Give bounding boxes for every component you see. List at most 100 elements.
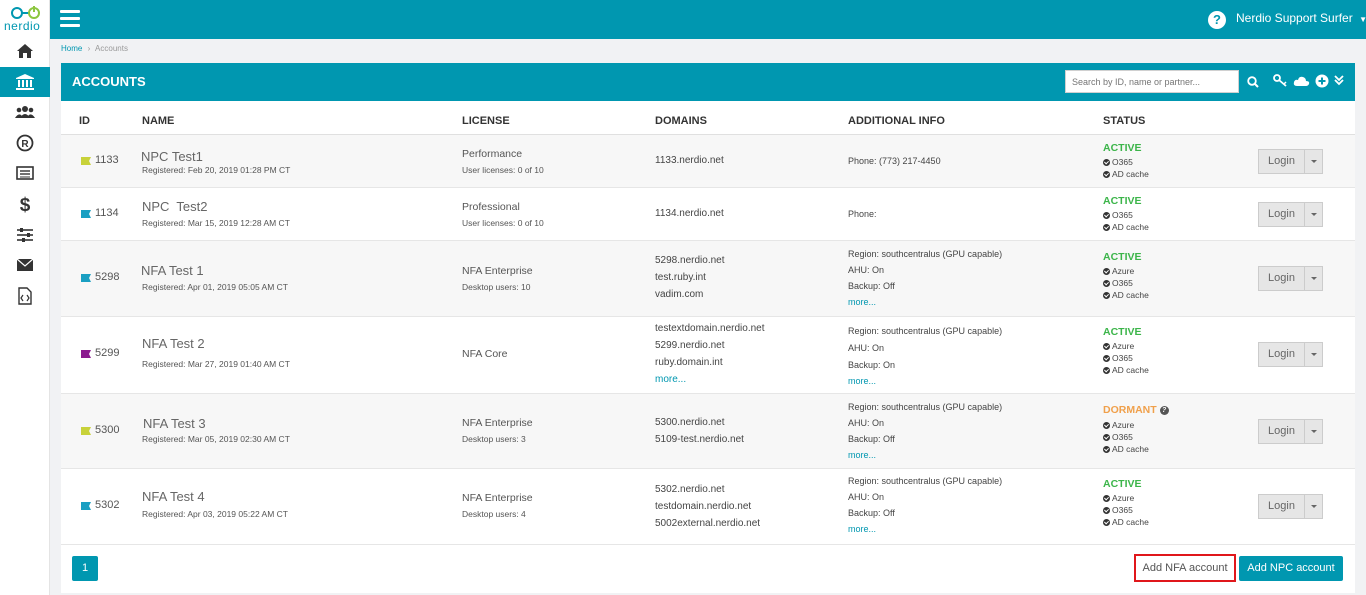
table-row: 5302 NFA Test 4 Registered: Apr 03, 2019… xyxy=(61,469,1355,545)
service-item: AD cache xyxy=(1103,443,1149,456)
service-item: O365 xyxy=(1103,504,1133,517)
sidebar-item-code[interactable] xyxy=(0,281,50,311)
login-button-group: Login xyxy=(1258,266,1323,291)
sidebar-item-mail[interactable] xyxy=(0,250,50,280)
row-id: 1134 xyxy=(95,207,119,219)
check-circle-icon xyxy=(1103,434,1110,442)
login-button[interactable]: Login xyxy=(1258,342,1305,367)
check-circle-icon xyxy=(1103,507,1110,515)
table-row: 1134 NPC Test2 Registered: Mar 15, 2019 … xyxy=(61,188,1355,241)
status-badge: ACTIVE xyxy=(1103,195,1142,207)
service-item: Azure xyxy=(1103,340,1134,353)
row-name[interactable]: NFA Test 3 xyxy=(143,416,206,431)
user-menu[interactable]: Nerdio Support Surfer ▼ xyxy=(1236,11,1366,25)
login-button[interactable]: Login xyxy=(1258,149,1305,174)
check-circle-icon xyxy=(1103,159,1110,167)
sidebar-item-registered[interactable]: R xyxy=(0,128,50,158)
login-dropdown-toggle[interactable] xyxy=(1305,494,1323,519)
login-button[interactable]: Login xyxy=(1258,202,1305,227)
sidebar-item-list[interactable] xyxy=(0,158,50,188)
service-item: AD cache xyxy=(1103,289,1149,302)
more-link[interactable]: more... xyxy=(848,447,876,463)
more-link[interactable]: more... xyxy=(655,371,686,388)
row-name[interactable]: NPC Test1 xyxy=(141,149,203,164)
breadcrumb-separator: › xyxy=(87,44,91,53)
pagination-page-button[interactable]: 1 xyxy=(72,556,98,581)
menu-toggle-icon[interactable] xyxy=(60,10,80,28)
more-link[interactable]: more... xyxy=(848,521,876,537)
sidebar-item-billing[interactable]: $ xyxy=(0,189,50,219)
row-info: AHU: On xyxy=(848,492,885,502)
code-file-icon xyxy=(18,287,32,305)
column-status: STATUS xyxy=(1103,115,1146,127)
sidebar-item-home[interactable] xyxy=(0,36,50,66)
add-circle-icon[interactable] xyxy=(1315,74,1329,88)
caret-down-icon: ▼ xyxy=(1359,15,1366,24)
row-info: AHU: On xyxy=(848,343,885,353)
flag-icon xyxy=(81,350,91,358)
dollar-icon: $ xyxy=(20,195,31,214)
service-item: Azure xyxy=(1103,492,1134,505)
row-name[interactable]: NFA Test 1 xyxy=(141,263,204,278)
row-license-sub: Desktop users: 3 xyxy=(462,434,526,444)
login-button[interactable]: Login xyxy=(1258,494,1305,519)
login-button[interactable]: Login xyxy=(1258,419,1305,444)
row-license-sub: Desktop users: 10 xyxy=(462,282,531,292)
column-license: LICENSE xyxy=(462,115,510,127)
row-license: NFA Core xyxy=(462,348,508,360)
login-dropdown-toggle[interactable] xyxy=(1305,149,1323,174)
check-circle-icon xyxy=(1103,495,1110,503)
login-button[interactable]: Login xyxy=(1258,266,1305,291)
sidebar-item-accounts[interactable] xyxy=(0,67,50,97)
table-row: 5299 NFA Test 2 Registered: Mar 27, 2019… xyxy=(61,317,1355,394)
row-license: NFA Enterprise xyxy=(462,265,533,277)
search-button[interactable] xyxy=(1241,70,1265,93)
row-domain: 5299.nerdio.net xyxy=(655,340,725,351)
row-domain: 1133.nerdio.net xyxy=(655,155,724,166)
row-domain: test.ruby.int xyxy=(655,272,706,283)
row-name[interactable]: NPC Test2 xyxy=(142,199,208,214)
row-name[interactable]: NFA Test 4 xyxy=(142,489,205,504)
login-dropdown-toggle[interactable] xyxy=(1305,202,1323,227)
flag-icon xyxy=(81,502,91,510)
login-dropdown-toggle[interactable] xyxy=(1305,342,1323,367)
check-circle-icon xyxy=(1103,355,1110,363)
flag-icon xyxy=(81,210,91,218)
registered-icon: R xyxy=(16,134,34,152)
login-dropdown-toggle[interactable] xyxy=(1305,266,1323,291)
row-domain: vadim.com xyxy=(655,289,704,300)
panel-header: ACCOUNTS xyxy=(61,63,1355,101)
sidebar-item-users[interactable] xyxy=(0,97,50,127)
double-chevron-down-icon[interactable] xyxy=(1334,74,1344,86)
service-item: O365 xyxy=(1103,156,1133,169)
top-bar: ? Nerdio Support Surfer ▼ xyxy=(50,0,1366,39)
more-link[interactable]: more... xyxy=(848,373,876,389)
row-info: AHU: On xyxy=(848,265,885,275)
breadcrumb-home[interactable]: Home xyxy=(61,44,82,53)
row-name[interactable]: NFA Test 2 xyxy=(142,336,205,351)
row-license-sub: User licenses: 0 of 10 xyxy=(462,165,544,175)
check-circle-icon xyxy=(1103,519,1110,527)
check-circle-icon xyxy=(1103,224,1110,232)
login-dropdown-toggle[interactable] xyxy=(1305,419,1323,444)
row-info: Backup: Off xyxy=(848,508,895,518)
help-circle-icon[interactable]: ? xyxy=(1159,405,1169,415)
more-link[interactable]: more... xyxy=(848,294,876,310)
add-nfa-account-button[interactable]: Add NFA account xyxy=(1134,554,1236,582)
envelope-icon xyxy=(16,258,34,271)
help-icon[interactable]: ? xyxy=(1208,11,1226,29)
status-badge: ACTIVE xyxy=(1103,478,1142,490)
service-item: O365 xyxy=(1103,277,1133,290)
row-id: 5302 xyxy=(95,499,120,511)
check-circle-icon xyxy=(1103,268,1110,276)
row-registered: Registered: Apr 03, 2019 05:22 AM CT xyxy=(142,509,289,519)
sidebar-item-settings[interactable] xyxy=(0,220,50,250)
search-input[interactable] xyxy=(1065,70,1239,93)
row-domain: 5109-test.nerdio.net xyxy=(655,434,744,445)
add-npc-account-button[interactable]: Add NPC account xyxy=(1239,556,1343,581)
cloud-icon[interactable] xyxy=(1293,75,1310,87)
key-icon[interactable] xyxy=(1273,74,1289,88)
nerdio-logo[interactable]: nerdio xyxy=(2,4,48,38)
login-button-group: Login xyxy=(1258,342,1323,367)
row-info: Phone: (773) 217-4450 xyxy=(848,156,941,166)
